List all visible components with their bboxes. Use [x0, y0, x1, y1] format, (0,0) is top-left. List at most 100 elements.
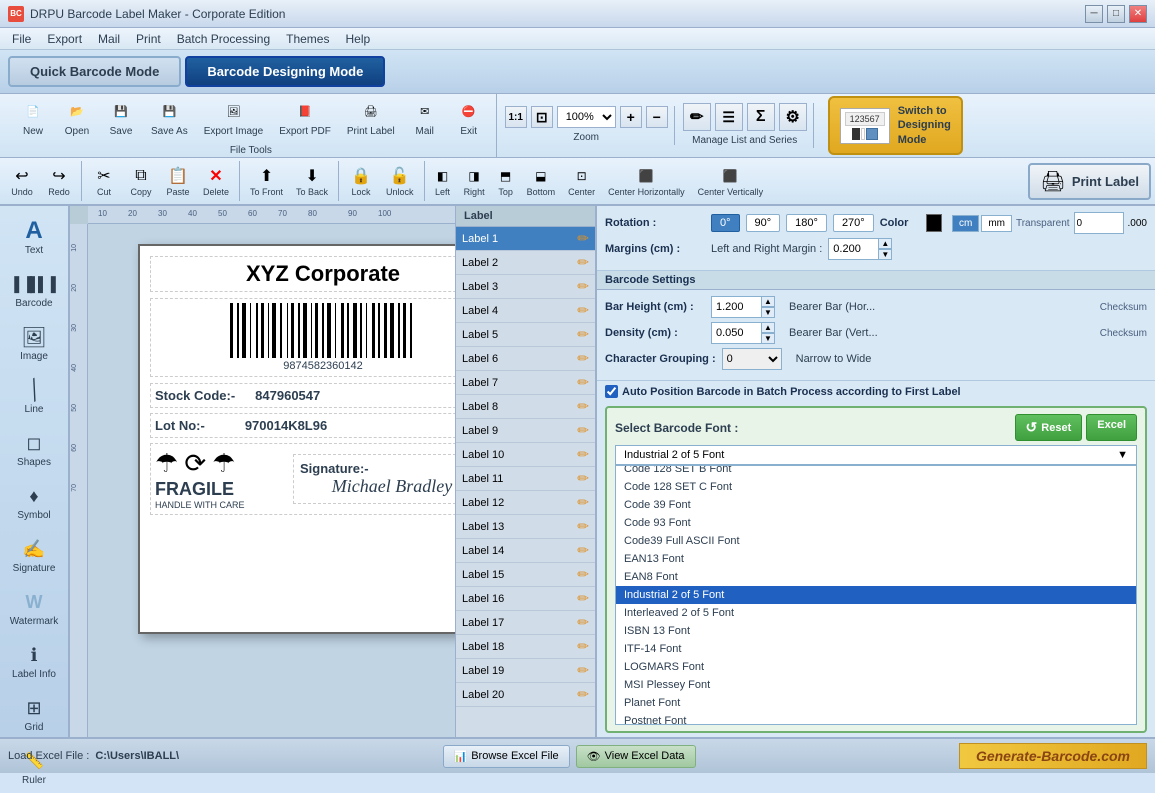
bar-height-down[interactable]: ▼ — [761, 307, 775, 318]
density-field[interactable] — [711, 322, 761, 344]
tab-barcode-designing[interactable]: Barcode Designing Mode — [185, 56, 385, 87]
save-as-button[interactable]: 💾 Save As — [144, 93, 195, 141]
zoom-ratio-button[interactable]: 1:1 — [505, 106, 527, 128]
mm-unit-button[interactable]: mm — [981, 215, 1012, 232]
label-list-item[interactable]: Label 5✏ — [456, 323, 595, 347]
save-button[interactable]: 💾 Save — [100, 93, 142, 141]
char-group-select[interactable]: 0 — [722, 348, 782, 370]
minimize-button[interactable]: ─ — [1085, 5, 1103, 23]
label-edit-icon[interactable]: ✏ — [577, 446, 589, 463]
label-list-item[interactable]: Label 18✏ — [456, 635, 595, 659]
close-button[interactable]: ✕ — [1129, 5, 1147, 23]
maximize-button[interactable]: □ — [1107, 5, 1125, 23]
label-list-item[interactable]: Label 13✏ — [456, 515, 595, 539]
to-back-button[interactable]: ⬇ To Back — [290, 162, 334, 200]
rotation-0-button[interactable]: 0° — [711, 214, 740, 232]
print-label-button[interactable]: 🖨 Print Label — [340, 93, 402, 141]
mail-button[interactable]: ✉ Mail — [404, 93, 446, 141]
font-list-item[interactable]: Code 93 Font — [616, 514, 1136, 532]
label-list-item[interactable]: Label 15✏ — [456, 563, 595, 587]
sidebar-signature[interactable]: ✍ Signature — [5, 530, 63, 581]
label-edit-icon[interactable]: ✏ — [577, 590, 589, 607]
bar-height-field[interactable] — [711, 296, 761, 318]
tab-quick-barcode[interactable]: Quick Barcode Mode — [8, 56, 181, 87]
label-list-item[interactable]: Label 14✏ — [456, 539, 595, 563]
sidebar-line[interactable]: ╱ Line — [5, 371, 63, 422]
font-list-item[interactable]: ISBN 13 Font — [616, 622, 1136, 640]
window-controls[interactable]: ─ □ ✕ — [1085, 5, 1147, 23]
zoom-out-button[interactable]: − — [646, 106, 668, 128]
sidebar-label-info[interactable]: ℹ Label Info — [5, 636, 63, 687]
to-front-button[interactable]: ⬆ To Front — [244, 162, 289, 200]
switch-to-designing-button[interactable]: 123567 Switch toDesigningMode — [828, 96, 963, 155]
density-down[interactable]: ▼ — [761, 333, 775, 344]
menu-file[interactable]: File — [4, 30, 39, 48]
unlock-button[interactable]: 🔓 Unlock — [380, 162, 420, 200]
rotation-270-button[interactable]: 270° — [833, 214, 874, 232]
paste-button[interactable]: 📋 Paste — [160, 162, 196, 200]
list-icon-btn[interactable]: ☰ — [715, 103, 743, 131]
align-left-button[interactable]: ◧ Left — [429, 162, 457, 200]
export-image-button[interactable]: 🖼 Export Image — [197, 93, 270, 141]
copy-button[interactable]: ⧉ Copy — [123, 162, 159, 200]
label-edit-icon[interactable]: ✏ — [577, 566, 589, 583]
menu-print[interactable]: Print — [128, 30, 169, 48]
font-list-item[interactable]: Code39 Full ASCII Font — [616, 532, 1136, 550]
sidebar-grid[interactable]: ⊞ Grid — [5, 689, 63, 740]
bar-height-up[interactable]: ▲ — [761, 296, 775, 307]
menu-batch[interactable]: Batch Processing — [169, 30, 278, 48]
label-edit-icon[interactable]: ✏ — [577, 494, 589, 511]
auto-pos-checkbox[interactable]: Auto Position Barcode in Batch Process a… — [605, 385, 961, 398]
label-edit-icon[interactable]: ✏ — [577, 350, 589, 367]
align-top-button[interactable]: ⬒ Top — [492, 162, 520, 200]
lr-margin-up[interactable]: ▲ — [878, 238, 892, 249]
center-button[interactable]: ⊡ Center — [562, 162, 601, 200]
lr-margin-field[interactable] — [828, 238, 878, 260]
sigma-icon-btn[interactable]: Σ — [747, 103, 775, 131]
transparent-input[interactable] — [1074, 212, 1124, 234]
sidebar-text[interactable]: A Text — [5, 212, 63, 263]
sidebar-watermark[interactable]: W Watermark — [5, 583, 63, 634]
label-edit-icon[interactable]: ✏ — [577, 302, 589, 319]
view-excel-button[interactable]: 👁 View Excel Data — [576, 745, 696, 768]
font-list-item[interactable]: Industrial 2 of 5 Font — [616, 586, 1136, 604]
export-pdf-button[interactable]: 📕 Export PDF — [272, 93, 338, 141]
edit-icon-btn[interactable]: ✏ — [683, 103, 711, 131]
font-list-item[interactable]: LOGMARS Font — [616, 658, 1136, 676]
browse-excel-button[interactable]: 📊 Browse Excel File — [443, 745, 570, 768]
zoom-in-button[interactable]: + — [620, 106, 642, 128]
label-edit-icon[interactable]: ✏ — [577, 518, 589, 535]
label-edit-icon[interactable]: ✏ — [577, 374, 589, 391]
label-list-item[interactable]: Label 2✏ — [456, 251, 595, 275]
menu-help[interactable]: Help — [337, 30, 378, 48]
font-list-item[interactable]: EAN8 Font — [616, 568, 1136, 586]
print-label-toolbar-button[interactable]: 🖨 Print Label — [1028, 163, 1151, 200]
label-edit-icon[interactable]: ✏ — [577, 614, 589, 631]
label-list-item[interactable]: Label 7✏ — [456, 371, 595, 395]
label-list-item[interactable]: Label 10✏ — [456, 443, 595, 467]
barcode-color-swatch[interactable] — [926, 214, 942, 232]
cm-unit-button[interactable]: cm — [952, 215, 979, 232]
label-list-item[interactable]: Label 17✏ — [456, 611, 595, 635]
label-list-item[interactable]: Label 20✏ — [456, 683, 595, 707]
redo-button[interactable]: ↪ Redo — [41, 162, 77, 200]
label-edit-icon[interactable]: ✏ — [577, 422, 589, 439]
label-canvas[interactable]: XYZ Corporate — [138, 244, 455, 634]
align-right-button[interactable]: ◨ Right — [458, 162, 491, 200]
series-icon-btn[interactable]: ⚙ — [779, 103, 807, 131]
zoom-fit-button[interactable]: ⊡ — [531, 106, 553, 128]
label-list-item[interactable]: Label 1✏ — [456, 227, 595, 251]
menu-export[interactable]: Export — [39, 30, 90, 48]
lock-button[interactable]: 🔒 Lock — [343, 162, 379, 200]
align-bottom-button[interactable]: ⬓ Bottom — [521, 162, 562, 200]
font-selected-display[interactable]: Industrial 2 of 5 Font ▼ — [615, 445, 1137, 465]
sidebar-image[interactable]: 🖼 Image — [5, 318, 63, 369]
label-edit-icon[interactable]: ✏ — [577, 278, 589, 295]
label-list-item[interactable]: Label 8✏ — [456, 395, 595, 419]
font-list-item[interactable]: Code 128 SET B Font — [616, 465, 1136, 478]
sidebar-symbol[interactable]: ♦ Symbol — [5, 477, 63, 528]
label-edit-icon[interactable]: ✏ — [577, 230, 589, 247]
rotation-90-button[interactable]: 90° — [746, 214, 781, 232]
lr-margin-down[interactable]: ▼ — [878, 249, 892, 260]
menu-mail[interactable]: Mail — [90, 30, 128, 48]
